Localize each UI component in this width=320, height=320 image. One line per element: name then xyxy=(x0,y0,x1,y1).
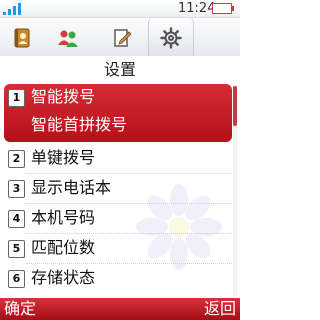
softkey-bar: 确定 返回 xyxy=(0,298,240,320)
tab-contacts[interactable] xyxy=(0,18,44,56)
scrollbar[interactable] xyxy=(233,86,237,296)
list-item-label: 显示电话本 xyxy=(31,178,112,197)
list-item-storage-status[interactable]: 6 存储状态 xyxy=(4,265,232,293)
item-number-badge: 1 xyxy=(8,89,25,107)
confirm-softkey[interactable]: 确定 xyxy=(4,299,36,319)
item-number-badge: 4 xyxy=(8,210,25,228)
list-item-label: 存储状态 xyxy=(31,268,96,287)
list-item-label: 本机号码 xyxy=(31,208,96,227)
list-item-label: 单键拨号 xyxy=(31,148,96,167)
status-bar: 11:24 xyxy=(0,0,240,18)
contacts-book-icon xyxy=(14,28,30,48)
list-item-smart-dial[interactable]: 1 智能拨号 智能首拼拨号 xyxy=(4,84,232,142)
people-group-icon xyxy=(58,30,78,47)
list-item-own-number[interactable]: 4 本机号码 xyxy=(4,205,232,233)
item-number-badge: 6 xyxy=(8,270,25,288)
item-number-badge: 2 xyxy=(8,150,25,168)
page-title: 设置 xyxy=(0,56,240,84)
clock: 11:24 xyxy=(178,1,216,16)
list-item-label: 匹配位数 xyxy=(31,238,96,257)
phone-screen: 11:24 设置 1 智能拨号 智能首拼拨号 2 单键拨号 3 显示电话本 4 … xyxy=(0,0,240,320)
tab-groups[interactable] xyxy=(46,18,90,56)
tab-notes[interactable] xyxy=(100,18,144,56)
list-item-label: 智能拨号 xyxy=(31,87,96,106)
list-item-show-phonebook[interactable]: 3 显示电话本 xyxy=(4,175,232,203)
list-item-speed-dial[interactable]: 2 单键拨号 xyxy=(4,145,232,173)
scrollbar-thumb[interactable] xyxy=(233,86,237,126)
back-softkey[interactable]: 返回 xyxy=(204,299,236,319)
signal-strength-icon xyxy=(3,3,27,15)
item-number-badge: 3 xyxy=(8,180,25,198)
settings-list: 1 智能拨号 智能首拼拨号 2 单键拨号 3 显示电话本 4 本机号码 5 匹配… xyxy=(0,84,240,298)
tab-settings[interactable] xyxy=(148,18,194,56)
item-number-badge: 5 xyxy=(8,240,25,258)
list-item-value: 智能首拼拨号 xyxy=(31,115,128,134)
tab-bar xyxy=(0,18,240,56)
battery-icon xyxy=(212,3,234,14)
list-item-match-digits[interactable]: 5 匹配位数 xyxy=(4,235,232,263)
edit-note-icon xyxy=(114,29,132,47)
settings-gear-icon xyxy=(160,27,182,49)
